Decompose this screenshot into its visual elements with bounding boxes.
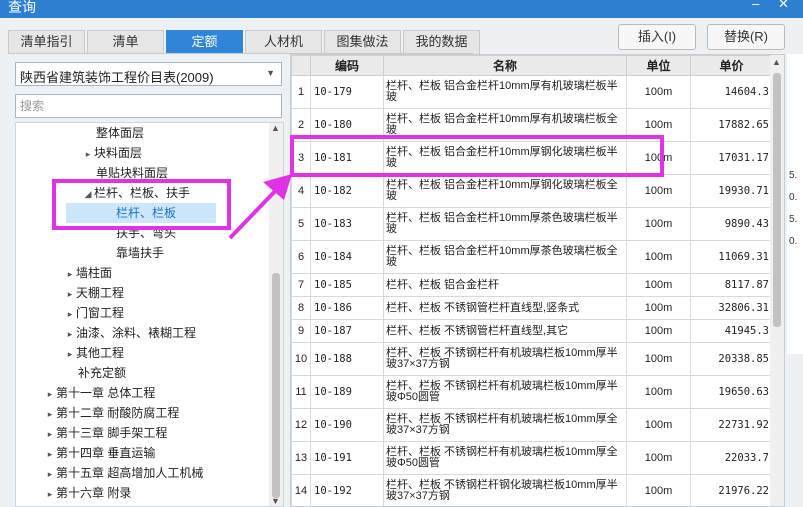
annotation-arrow-icon	[228, 174, 292, 240]
